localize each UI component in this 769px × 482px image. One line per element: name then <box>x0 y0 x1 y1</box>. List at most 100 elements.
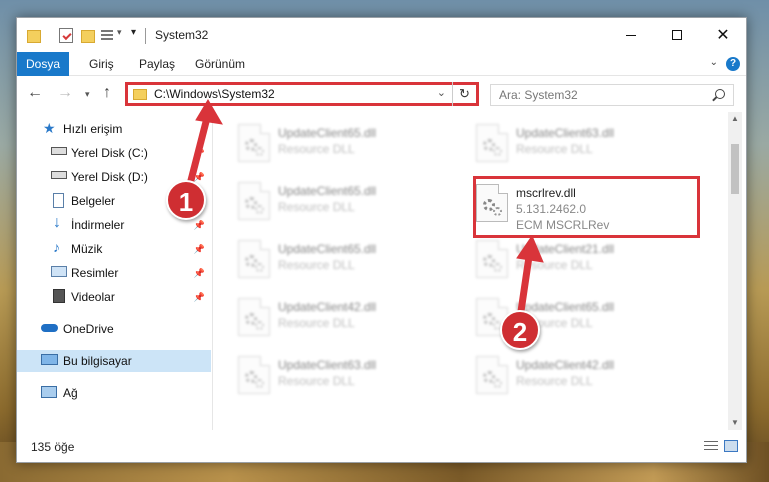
help-icon[interactable]: ? <box>726 57 740 71</box>
recent-locations-icon[interactable]: ▾ <box>85 89 90 100</box>
sidebar-item-label: Yerel Disk (D:) <box>71 170 148 184</box>
scrollbar-thumb[interactable] <box>731 144 739 194</box>
sidebar-item-label: Yerel Disk (C:) <box>71 146 148 160</box>
chevron-down-icon[interactable]: ▾ <box>117 27 122 45</box>
videos-icon <box>53 289 65 303</box>
sidebar-item-label: Bu bilgisayar <box>63 354 132 368</box>
search-placeholder: Ara: System32 <box>499 88 578 102</box>
download-icon: ↓ <box>53 214 61 231</box>
refresh-button[interactable]: ↻ <box>452 82 476 106</box>
network-icon <box>41 386 57 398</box>
sidebar-item-network[interactable]: Ağ <box>17 382 211 404</box>
sidebar-item-label: Resimler <box>71 266 119 280</box>
expand-ribbon-icon[interactable]: ⌄ <box>710 57 718 68</box>
file-description: Resource DLL <box>516 374 593 388</box>
details-view-icon[interactable] <box>704 441 718 452</box>
file-name: UpdateClient65.dll <box>278 126 377 140</box>
explorer-window: ▾ ▾ System32 ✕ Dosya Giriş Paylaş Görünü… <box>16 17 747 463</box>
file-description: ECM MSCRLRev <box>516 218 610 232</box>
sidebar-item-music[interactable]: ♪ Müzik 📌 <box>17 238 211 260</box>
dll-file-icon <box>476 240 508 278</box>
pane-divider[interactable] <box>212 112 213 430</box>
list-item[interactable]: UpdateClient42.dll Resource DLL <box>468 352 698 398</box>
scroll-down-icon[interactable]: ▼ <box>728 416 742 430</box>
list-item[interactable]: UpdateClient63.dll Resource DLL <box>468 120 698 166</box>
sidebar-item-label: Ağ <box>63 386 78 400</box>
sidebar-item-label: İndirmeler <box>71 218 125 232</box>
search-input[interactable]: Ara: System32 <box>490 84 734 106</box>
navigation-pane: ★ Hızlı erişim Yerel Disk (C:) 📌 Yerel D… <box>17 112 213 430</box>
list-item[interactable]: UpdateClient42.dll Resource DLL <box>230 294 460 340</box>
sidebar-item-local-disk-d[interactable]: Yerel Disk (D:) 📌 <box>17 166 211 188</box>
pin-icon[interactable]: 📌 <box>194 172 205 183</box>
pin-icon[interactable]: 📌 <box>194 268 205 279</box>
search-icon[interactable] <box>715 89 725 99</box>
status-bar: 135 öğe <box>17 430 746 462</box>
views-icon[interactable] <box>101 30 115 43</box>
close-icon: ✕ <box>716 27 730 44</box>
file-name: mscrlrev.dll <box>516 186 576 200</box>
chevron-down-icon[interactable]: ⌄ <box>437 86 446 99</box>
new-folder-icon[interactable] <box>81 30 95 43</box>
sidebar-item-label: Hızlı erişim <box>63 122 123 136</box>
file-list: UpdateClient65.dll Resource DLL UpdateCl… <box>214 112 728 430</box>
back-arrow-icon[interactable]: ← <box>27 84 43 102</box>
address-bar[interactable]: C:\Windows\System32 ⌄ ↻ <box>125 82 479 106</box>
close-button[interactable]: ✕ <box>700 18 746 52</box>
file-name: UpdateClient65.dll <box>516 300 615 314</box>
sidebar-item-pictures[interactable]: Resimler 📌 <box>17 262 211 284</box>
address-path[interactable]: C:\Windows\System32 <box>154 87 275 101</box>
file-description: Resource DLL <box>278 374 355 388</box>
pin-icon[interactable]: 📌 <box>194 148 205 159</box>
list-item[interactable]: UpdateClient65.dll Resource DLL <box>230 178 460 224</box>
file-description: Resource DLL <box>278 200 355 214</box>
folder-icon <box>27 30 41 43</box>
tab-view[interactable]: Görünüm <box>195 52 245 76</box>
tab-share[interactable]: Paylaş <box>139 52 175 76</box>
title-bar: ▾ ▾ System32 ✕ <box>17 18 746 52</box>
sidebar-item-onedrive[interactable]: OneDrive <box>17 318 211 340</box>
sidebar-item-videos[interactable]: Videolar 📌 <box>17 286 211 308</box>
star-icon: ★ <box>43 120 56 136</box>
file-name: UpdateClient63.dll <box>516 126 615 140</box>
list-item[interactable]: UpdateClient21.dll Resource DLL <box>468 236 698 282</box>
minimize-button[interactable] <box>608 18 654 52</box>
list-item[interactable]: UpdateClient65.dll Resource DLL <box>230 120 460 166</box>
file-name: UpdateClient21.dll <box>516 242 615 256</box>
pin-icon[interactable]: 📌 <box>194 244 205 255</box>
pin-icon[interactable]: 📌 <box>194 196 205 207</box>
properties-icon[interactable] <box>59 28 73 43</box>
scroll-up-icon[interactable]: ▲ <box>728 112 742 126</box>
file-name: UpdateClient65.dll <box>278 184 377 198</box>
list-item[interactable]: UpdateClient63.dll Resource DLL <box>230 352 460 398</box>
tab-file[interactable]: Dosya <box>17 52 69 76</box>
list-item[interactable]: UpdateClient65.dll Resource DLL <box>230 236 460 282</box>
tab-home[interactable]: Giriş <box>89 52 114 76</box>
pin-icon[interactable]: 📌 <box>194 292 205 303</box>
forward-arrow-icon[interactable]: → <box>57 84 73 102</box>
dll-file-icon <box>476 184 508 222</box>
target-file-item[interactable]: mscrlrev.dll 5.131.2462.0 ECM MSCRLRev <box>468 180 698 242</box>
file-description: Resource DLL <box>516 258 593 272</box>
maximize-button[interactable] <box>654 18 700 52</box>
pictures-icon <box>51 266 67 277</box>
customize-toolbar-icon[interactable]: ▾ <box>131 27 136 45</box>
window-title: System32 <box>155 28 209 42</box>
sidebar-item-documents[interactable]: Belgeler 📌 <box>17 190 211 212</box>
cloud-icon <box>41 324 58 332</box>
list-item[interactable]: UpdateClient65.dll Resource DLL <box>468 294 698 340</box>
tiles-view-icon[interactable] <box>724 440 738 452</box>
file-description: Resource DLL <box>278 316 355 330</box>
sidebar-item-downloads[interactable]: ↓ İndirmeler 📌 <box>17 214 211 236</box>
sidebar-item-quick-access[interactable]: ★ Hızlı erişim <box>17 118 211 140</box>
file-description: Resource DLL <box>278 258 355 272</box>
sidebar-item-local-disk-c[interactable]: Yerel Disk (C:) 📌 <box>17 142 211 164</box>
music-icon: ♪ <box>53 239 60 255</box>
vertical-scrollbar[interactable]: ▲ ▼ <box>728 112 742 430</box>
sidebar-item-this-pc[interactable]: Bu bilgisayar <box>17 350 211 372</box>
navigation-bar: ← → ▾ ↑ C:\Windows\System32 ⌄ ↻ Ara: Sys… <box>17 76 746 112</box>
up-arrow-icon[interactable]: ↑ <box>103 84 111 102</box>
documents-icon <box>53 193 64 208</box>
sidebar-item-label: Müzik <box>71 242 103 256</box>
pin-icon[interactable]: 📌 <box>194 220 205 231</box>
